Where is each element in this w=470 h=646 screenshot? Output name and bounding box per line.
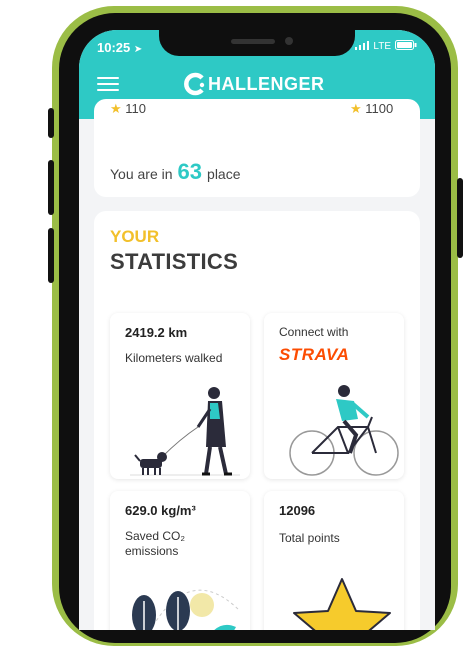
logo-c-icon: C <box>183 72 207 96</box>
kilometers-value: 2419.2 km <box>125 325 188 340</box>
star-icon: ★ <box>350 101 362 116</box>
total-points-tile[interactable]: 12096 Total points <box>264 491 404 630</box>
strava-logo: STRAVA <box>279 345 350 364</box>
statistics-card: YOUR STATISTICS 2419.2 km Kilometers wal… <box>94 211 420 630</box>
place-number: 63 <box>177 159 203 184</box>
status-indicators: LTE <box>355 40 417 53</box>
power-button <box>457 178 463 258</box>
kilometers-label: Kilometers walked <box>125 351 223 365</box>
hamburger-menu-icon[interactable] <box>97 77 119 93</box>
main-content: ★ 110 ★ 1100 You are in 63 place YOUR ST… <box>79 99 435 630</box>
phone-notch <box>159 30 355 56</box>
section-title-statistics: STATISTICS <box>110 249 239 274</box>
ranking-card: ★ 110 ★ 1100 You are in 63 place <box>94 99 420 197</box>
total-points-value: 12096 <box>279 503 316 518</box>
co2-tile[interactable]: 629.0 kg/m³ Saved CO₂ emissions <box>110 491 250 630</box>
battery-icon <box>395 40 417 53</box>
signal-icon <box>355 40 370 53</box>
kilometers-tile[interactable]: 2419.2 km Kilometers walked <box>110 313 250 479</box>
app-logo: C HALLENGER <box>183 72 325 96</box>
star-icon: ★ <box>110 101 122 116</box>
star-illustration <box>293 578 391 630</box>
network-label: LTE <box>373 41 391 52</box>
left-points: ★ 110 <box>110 101 147 116</box>
trees-illustration <box>132 589 241 630</box>
status-time: 10:25 ➤ <box>97 40 143 55</box>
right-points: ★ 1100 <box>350 101 394 116</box>
app-screen: 10:25 ➤ LTE HALLENGER ★ 110 ★ 1100 You a… <box>79 30 435 630</box>
person-walking-dog-illustration <box>130 387 240 476</box>
volume-up-button <box>48 108 54 138</box>
connect-label: Connect with <box>279 325 349 339</box>
location-arrow-icon: ➤ <box>133 44 143 55</box>
strava-connect-tile[interactable]: Connect with STRAVA <box>264 313 404 479</box>
brand-name: HALLENGER <box>208 73 325 94</box>
section-title-your: YOUR <box>110 227 160 246</box>
total-points-label: Total points <box>279 531 340 545</box>
cyclist-illustration <box>289 385 399 476</box>
co2-value: 629.0 kg/m³ <box>125 503 196 518</box>
co2-label: Saved CO₂ emissions <box>125 529 186 558</box>
mute-button <box>48 228 54 283</box>
volume-down-button <box>48 160 54 215</box>
place-text: You are in 63 place <box>110 159 241 184</box>
